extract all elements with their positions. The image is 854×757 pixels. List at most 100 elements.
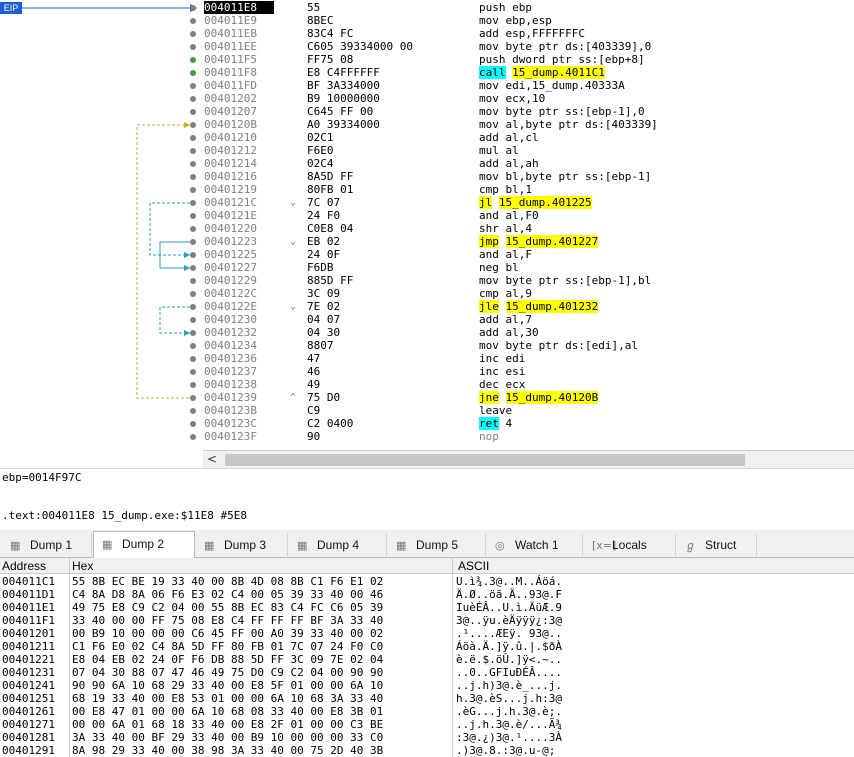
dump-ascii[interactable]: 3@..ÿu.èÄÿÿÿ¿:3@ <box>456 614 562 627</box>
breakpoint-dot-icon[interactable] <box>190 330 196 336</box>
breakpoint-dot-icon[interactable] <box>190 200 196 206</box>
tab-locals[interactable]: [x=]Locals <box>584 533 676 558</box>
disasm-row[interactable]: 0040122C 3C 09 cmp al,9 <box>0 287 854 300</box>
dump-ascii[interactable]: Áöà.Ä.]ÿ.û.|.$ðÀ <box>456 640 562 653</box>
breakpoint-dot-icon[interactable] <box>190 122 196 128</box>
breakpoint-dot-icon[interactable] <box>190 161 196 167</box>
disasm-row[interactable]: 004011FD BF 3A334000 mov edi,15_dump.40333… <box>0 79 854 92</box>
disasm-row[interactable]: 00401223 ⌄ EB 02 jmp 15_dump.401227 <box>0 235 854 248</box>
breakpoint-dot-icon[interactable] <box>190 213 196 219</box>
disasm-row[interactable]: 00401216 8A5D FF mov bl,byte ptr ss:[ebp-1… <box>0 170 854 183</box>
dump-ascii[interactable]: ..j.h.3@.è/...Ã¾ <box>456 718 562 731</box>
breakpoint-dot-icon[interactable] <box>190 265 196 271</box>
breakpoint-dot-icon[interactable] <box>190 44 196 50</box>
breakpoint-dot-icon[interactable] <box>190 434 196 440</box>
tab-dump-4[interactable]: ▦ Dump 4 <box>289 533 387 558</box>
dump-row[interactable]: 00401241 90 90 6A 10 68 29 33 40 00 E8 5F… <box>0 679 854 692</box>
breakpoint-dot-icon[interactable] <box>190 70 196 76</box>
dump-hex[interactable]: 3A 33 40 00 BF 29 33 40 00 B9 10 00 00 0… <box>72 731 383 744</box>
breakpoint-dot-icon[interactable] <box>190 382 196 388</box>
dump-hex[interactable]: 68 19 33 40 00 E8 53 01 00 00 6A 10 68 3… <box>72 692 383 705</box>
breakpoint-dot-icon[interactable] <box>190 148 196 154</box>
ascii-column-header[interactable]: ASCII <box>458 559 489 573</box>
dump-row[interactable]: 004011F1 33 40 00 00 FF 75 08 E8 C4 FF FF… <box>0 614 854 627</box>
disasm-row[interactable]: 00401219 80FB 01 cmp bl,1 <box>0 183 854 196</box>
disasm-row[interactable]: 004011F8 E8 C4FFFFFF call 15_dump.4011C1 <box>0 66 854 79</box>
disasm-row[interactable]: 00401232 04 30 add al,30 <box>0 326 854 339</box>
dump-ascii[interactable]: .)3@.8.:3@.u-@; <box>456 744 555 757</box>
disasm-row[interactable]: 0040123C C2 0400 ret 4 <box>0 417 854 430</box>
breakpoint-dot-icon[interactable] <box>190 408 196 414</box>
dump-row[interactable]: 004011C1 55 8B EC BE 19 33 40 00 8B 4D 08… <box>0 575 854 588</box>
disasm-row[interactable]: 00401234 8807 mov byte ptr ds:[edi],al <box>0 339 854 352</box>
disasm-row[interactable]: 004011EB 83C4 FC add esp,FFFFFFFC <box>0 27 854 40</box>
dump-row[interactable]: 00401211 C1 F6 E0 02 C4 8A 5D FF 80 FB 01… <box>0 640 854 653</box>
disasm-row[interactable]: 00401214 02C4 add al,ah <box>0 157 854 170</box>
disasm-row[interactable]: 004011E9 8BEC mov ebp,esp <box>0 14 854 27</box>
breakpoint-dot-icon[interactable] <box>190 5 196 11</box>
breakpoint-dot-icon[interactable] <box>190 226 196 232</box>
disasm-row[interactable]: 00401227 F6DB neg bl <box>0 261 854 274</box>
dump-row[interactable]: 00401271 00 00 6A 01 68 18 33 40 00 E8 2F… <box>0 718 854 731</box>
dump-row[interactable]: 00401261 00 E8 47 01 00 00 6A 10 68 08 33… <box>0 705 854 718</box>
scrollbar-thumb[interactable] <box>225 454 745 466</box>
hex-column-header[interactable]: Hex <box>72 559 93 573</box>
breakpoint-dot-icon[interactable] <box>190 57 196 63</box>
dump-ascii[interactable]: ..0..GFIuÐÉÂ.... <box>456 666 562 679</box>
breakpoint-dot-icon[interactable] <box>190 369 196 375</box>
dump-hex[interactable]: 07 04 30 88 07 47 46 49 75 D0 C9 C2 04 0… <box>72 666 383 679</box>
dump-hex[interactable]: C1 F6 E0 02 C4 8A 5D FF 80 FB 01 7C 07 2… <box>72 640 383 653</box>
dump-hex[interactable]: 90 90 6A 10 68 29 33 40 00 E8 5F 01 00 0… <box>72 679 383 692</box>
disasm-row[interactable]: 00401202 B9 10000000 mov ecx,10 <box>0 92 854 105</box>
disasm-row[interactable]: 00401238 49 dec ecx <box>0 378 854 391</box>
dump-pane[interactable]: Address Hex ASCII 004011C1 55 8B EC BE 19… <box>0 558 854 757</box>
disasm-row[interactable]: 004011EE C605 39334000 00 mov byte ptr ds:… <box>0 40 854 53</box>
disasm-row[interactable]: 0040121E 24 F0 and al,F0 <box>0 209 854 222</box>
dump-row[interactable]: 004011D1 C4 8A D8 8A 06 F6 E3 02 C4 00 05… <box>0 588 854 601</box>
disasm-row[interactable]: 004011E8 55 push ebp <box>0 1 854 14</box>
breakpoint-dot-icon[interactable] <box>190 96 196 102</box>
dump-ascii[interactable]: .¹....ÆEÿ. 93@.. <box>456 627 562 640</box>
breakpoint-dot-icon[interactable] <box>190 395 196 401</box>
disassembly-pane[interactable]: EIP 004011E8 55 push ebp 004011E9 8BEC mov eb… <box>0 0 854 468</box>
disasm-row[interactable]: 00401229 885D FF mov byte ptr ss:[ebp-1],b… <box>0 274 854 287</box>
dump-hex[interactable]: 00 00 6A 01 68 18 33 40 00 E8 2F 01 00 0… <box>72 718 383 731</box>
dump-hex[interactable]: E8 04 EB 02 24 0F F6 DB 88 5D FF 3C 09 7… <box>72 653 383 666</box>
breakpoint-dot-icon[interactable] <box>190 135 196 141</box>
disasm-row[interactable]: 004011F5 FF75 08 push dword ptr ss:[ebp+8] <box>0 53 854 66</box>
disasm-row[interactable]: 00401212 F6E0 mul al <box>0 144 854 157</box>
horizontal-scrollbar[interactable]: < <box>203 450 854 468</box>
dump-row[interactable]: 00401221 E8 04 EB 02 24 0F F6 DB 88 5D FF… <box>0 653 854 666</box>
dump-row[interactable]: 00401231 07 04 30 88 07 47 46 49 75 D0 C9… <box>0 666 854 679</box>
dump-hex[interactable]: 33 40 00 00 FF 75 08 E8 C4 FF FF FF BF 3… <box>72 614 383 627</box>
dump-hex[interactable]: 55 8B EC BE 19 33 40 00 8B 4D 08 8B C1 F… <box>72 575 383 588</box>
tab-dump-2[interactable]: ▦ Dump 2 <box>93 531 195 559</box>
disasm-row[interactable]: 00401236 47 inc edi <box>0 352 854 365</box>
breakpoint-dot-icon[interactable] <box>190 291 196 297</box>
tab-watch-1[interactable]: ◎ Watch 1 <box>487 533 583 558</box>
disasm-row[interactable]: 00401237 46 inc esi <box>0 365 854 378</box>
disasm-row[interactable]: 00401225 24 0F and al,F <box>0 248 854 261</box>
dump-hex[interactable]: 00 B9 10 00 00 00 C6 45 FF 00 A0 39 33 4… <box>72 627 383 640</box>
dump-hex[interactable]: 8A 98 29 33 40 00 38 98 3A 33 40 00 75 2… <box>72 744 383 757</box>
tab-dump-1[interactable]: ▦ Dump 1 <box>2 533 92 558</box>
dump-ascii[interactable]: h.3@.èS...j.h:3@ <box>456 692 562 705</box>
dump-row[interactable]: 00401201 00 B9 10 00 00 00 C6 45 FF 00 A0… <box>0 627 854 640</box>
breakpoint-dot-icon[interactable] <box>190 356 196 362</box>
breakpoint-dot-icon[interactable] <box>190 317 196 323</box>
breakpoint-dot-icon[interactable] <box>190 109 196 115</box>
dump-ascii[interactable]: Ä.Ø..öã.Ä..93@.F <box>456 588 562 601</box>
breakpoint-dot-icon[interactable] <box>190 83 196 89</box>
tab-dump-3[interactable]: ▦ Dump 3 <box>196 533 288 558</box>
dump-row[interactable]: 00401251 68 19 33 40 00 E8 53 01 00 00 6A… <box>0 692 854 705</box>
disasm-row[interactable]: 0040123B C9 leave <box>0 404 854 417</box>
dump-row[interactable]: 004011E1 49 75 E8 C9 C2 04 00 55 8B EC 83… <box>0 601 854 614</box>
dump-ascii[interactable]: ..j.h)3@.è_...j. <box>456 679 562 692</box>
breakpoint-dot-icon[interactable] <box>190 239 196 245</box>
disasm-row[interactable]: 00401239 ⌃ 75 D0 jne 15_dump.40120B <box>0 391 854 404</box>
breakpoint-dot-icon[interactable] <box>190 18 196 24</box>
dump-hex[interactable]: 00 E8 47 01 00 00 6A 10 68 08 33 40 00 E… <box>72 705 383 718</box>
dump-hex[interactable]: 49 75 E8 C9 C2 04 00 55 8B EC 83 C4 FC C… <box>72 601 383 614</box>
disasm-row[interactable]: 0040121C ⌄ 7C 07 jl 15_dump.401225 <box>0 196 854 209</box>
dump-ascii[interactable]: .èG...j.h.3@.è;. <box>456 705 562 718</box>
